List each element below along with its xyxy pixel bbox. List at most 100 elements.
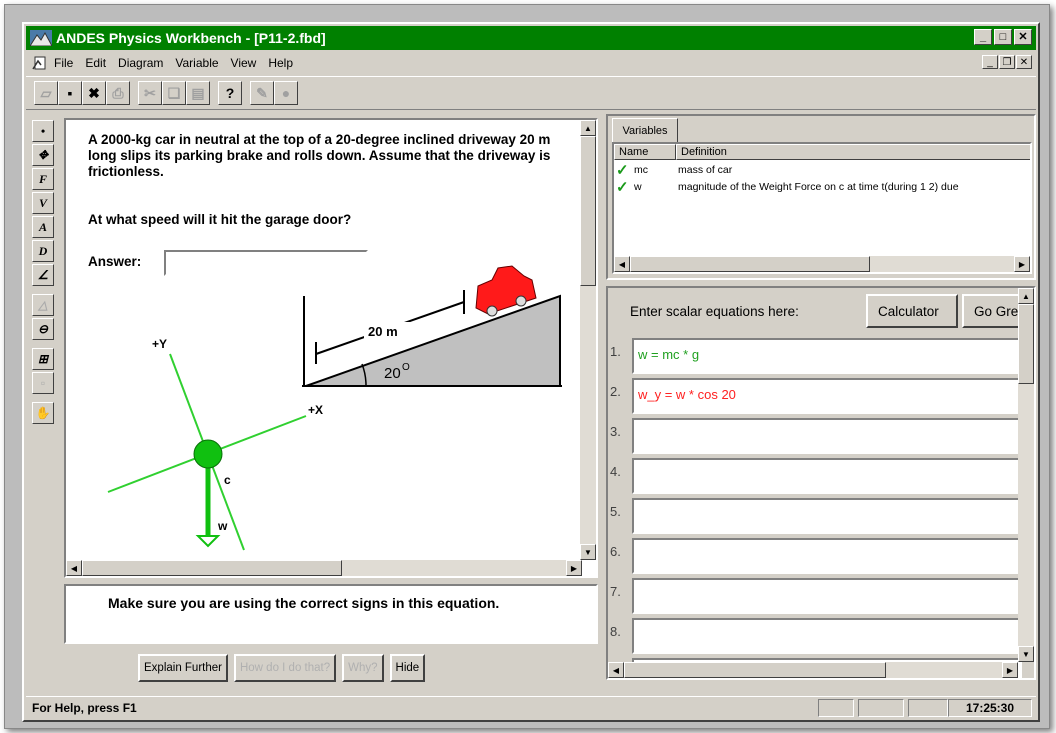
menu-help[interactable]: Help — [268, 56, 293, 70]
scroll-up-icon[interactable]: ▲ — [580, 120, 596, 136]
equation-input[interactable] — [632, 618, 1022, 654]
select-tool-icon[interactable]: • — [32, 120, 54, 142]
equation-number: 8. — [610, 624, 621, 639]
hint-icon[interactable]: ✎ — [250, 81, 274, 105]
paste-icon[interactable]: ▤ — [186, 81, 210, 105]
cut-icon[interactable]: ✂ — [138, 81, 162, 105]
answer-label: Answer: — [88, 254, 142, 269]
body-point — [193, 439, 223, 469]
equation-input[interactable] — [632, 538, 1022, 574]
angle-label: 20 — [384, 365, 401, 382]
doc-minimize-button[interactable]: _ — [982, 55, 998, 69]
close-button[interactable]: ✕ — [1014, 29, 1032, 45]
hide-button[interactable]: Hide — [389, 654, 426, 682]
explain-further-button[interactable]: Explain Further — [138, 654, 228, 682]
correct-check-icon: ✓ — [616, 179, 629, 196]
problem-hscrollbar[interactable]: ◀ ▶ — [66, 560, 582, 576]
correct-check-icon: ✓ — [616, 162, 629, 179]
equation-row: 5. — [608, 496, 1022, 536]
problem-statement: A 2000-kg car in neutral at the top of a… — [88, 132, 551, 179]
hscroll-thumb[interactable] — [82, 560, 342, 576]
force-vector-icon[interactable]: F — [32, 168, 54, 190]
equation-input[interactable]: w = mc * g — [632, 338, 1022, 374]
copy-icon[interactable]: ❏ — [162, 81, 186, 105]
equations-hscrollbar[interactable]: ◀ ▶ — [608, 662, 1018, 678]
equation-number: 6. — [610, 544, 621, 559]
point-tool-icon[interactable]: ▫ — [32, 372, 54, 394]
problem-vscrollbar[interactable]: ▲ ▼ — [580, 120, 596, 560]
scroll-left-icon[interactable]: ◀ — [614, 256, 630, 272]
menu-variable[interactable]: Variable — [175, 56, 218, 70]
equation-row: 8. — [608, 616, 1022, 656]
angle-degree-label: O — [402, 362, 410, 373]
variables-hscrollbar[interactable]: ◀ ▶ — [614, 256, 1030, 272]
doc-close-button[interactable]: ✕ — [1016, 55, 1032, 69]
tab-variables[interactable]: Variables — [612, 118, 678, 142]
maximize-button[interactable]: □ — [994, 29, 1012, 45]
status-bar: For Help, press F1 17:25:30 — [26, 696, 1036, 718]
why-button[interactable]: Why? — [342, 654, 384, 682]
equation-input[interactable] — [632, 578, 1022, 614]
table-row[interactable]: ✓ mc mass of car — [614, 161, 732, 179]
lightbulb-icon[interactable]: ● — [274, 81, 298, 105]
triangle-tool-icon[interactable]: △ — [32, 294, 54, 316]
menu-file[interactable]: File — [54, 56, 73, 70]
document-icon[interactable] — [32, 55, 48, 71]
context-help-icon[interactable]: ? — [218, 81, 242, 105]
title-bar[interactable]: ANDES Physics Workbench - [P11-2.fbd] _ … — [26, 26, 1036, 50]
equation-input[interactable] — [632, 498, 1022, 534]
hscroll-thumb[interactable] — [630, 256, 870, 272]
move-tool-icon[interactable]: ✥ — [32, 144, 54, 166]
menu-view[interactable]: View — [231, 56, 257, 70]
scroll-left-icon[interactable]: ◀ — [608, 662, 624, 678]
answer-input[interactable] — [164, 250, 368, 276]
scroll-right-icon[interactable]: ▶ — [1014, 256, 1030, 272]
displacement-vector-icon[interactable]: D — [32, 240, 54, 262]
hscroll-thumb[interactable] — [624, 662, 886, 678]
length-label: 20 m — [368, 324, 398, 339]
equation-number: 4. — [610, 464, 621, 479]
save-icon[interactable]: ▪ — [58, 81, 82, 105]
scroll-right-icon[interactable]: ▶ — [566, 560, 582, 576]
status-clock: 17:25:30 — [948, 699, 1032, 717]
velocity-vector-icon[interactable]: V — [32, 192, 54, 214]
table-row[interactable]: ✓ w magnitude of the Weight Force on c a… — [614, 178, 959, 196]
menu-diagram[interactable]: Diagram — [118, 56, 163, 70]
delete-icon[interactable]: ✖ — [82, 81, 106, 105]
go-greek-button[interactable]: Go Greek — [962, 294, 1022, 328]
scroll-down-icon[interactable]: ▼ — [580, 544, 596, 560]
scroll-thumb[interactable] — [1018, 304, 1034, 384]
open-icon[interactable]: ▱ — [34, 81, 58, 105]
equation-row: 7. — [608, 576, 1022, 616]
calculator-button[interactable]: Calculator — [866, 294, 958, 328]
axes-tool-icon[interactable]: ⊞ — [32, 348, 54, 370]
hand-tool-icon[interactable]: ✋ — [32, 402, 54, 424]
variable-definition: magnitude of the Weight Force on c at ti… — [678, 181, 959, 193]
acceleration-vector-icon[interactable]: A — [32, 216, 54, 238]
column-header-name[interactable]: Name — [614, 144, 676, 160]
equation-input[interactable] — [632, 418, 1022, 454]
variables-list: Name Definition ✓ mc mass of car ✓ w mag… — [612, 142, 1032, 274]
print-icon[interactable]: ⎙ — [106, 81, 130, 105]
variables-panel: Variables Name Definition ✓ mc mass of c… — [606, 114, 1036, 280]
equation-number: 5. — [610, 504, 621, 519]
column-header-definition[interactable]: Definition — [676, 144, 1030, 160]
equations-vscrollbar[interactable]: ▲ ▼ — [1018, 288, 1034, 662]
equation-input[interactable]: w_y = w * cos 20 — [632, 378, 1022, 414]
incline-surface — [305, 294, 561, 387]
scroll-down-icon[interactable]: ▼ — [1018, 646, 1034, 662]
problem-pane: 20 m 20 O +Y +X c w A 2000-kg car in neu… — [64, 118, 598, 578]
scroll-up-icon[interactable]: ▲ — [1018, 288, 1034, 304]
doc-restore-button[interactable]: ❐ — [999, 55, 1015, 69]
how-do-i-button[interactable]: How do I do that? — [233, 654, 337, 682]
scroll-left-icon[interactable]: ◀ — [66, 560, 82, 576]
menu-edit[interactable]: Edit — [85, 56, 106, 70]
body-tool-icon[interactable]: ⊖ — [32, 318, 54, 340]
equation-input[interactable] — [632, 458, 1022, 494]
minimize-button[interactable]: _ — [974, 29, 992, 45]
scroll-thumb[interactable] — [580, 136, 596, 286]
variable-definition: mass of car — [678, 164, 733, 176]
scroll-right-icon[interactable]: ▶ — [1002, 662, 1018, 678]
diagram-canvas[interactable]: 20 m 20 O +Y +X c w — [66, 120, 598, 578]
angle-tool-icon[interactable]: ∠ — [32, 264, 54, 286]
